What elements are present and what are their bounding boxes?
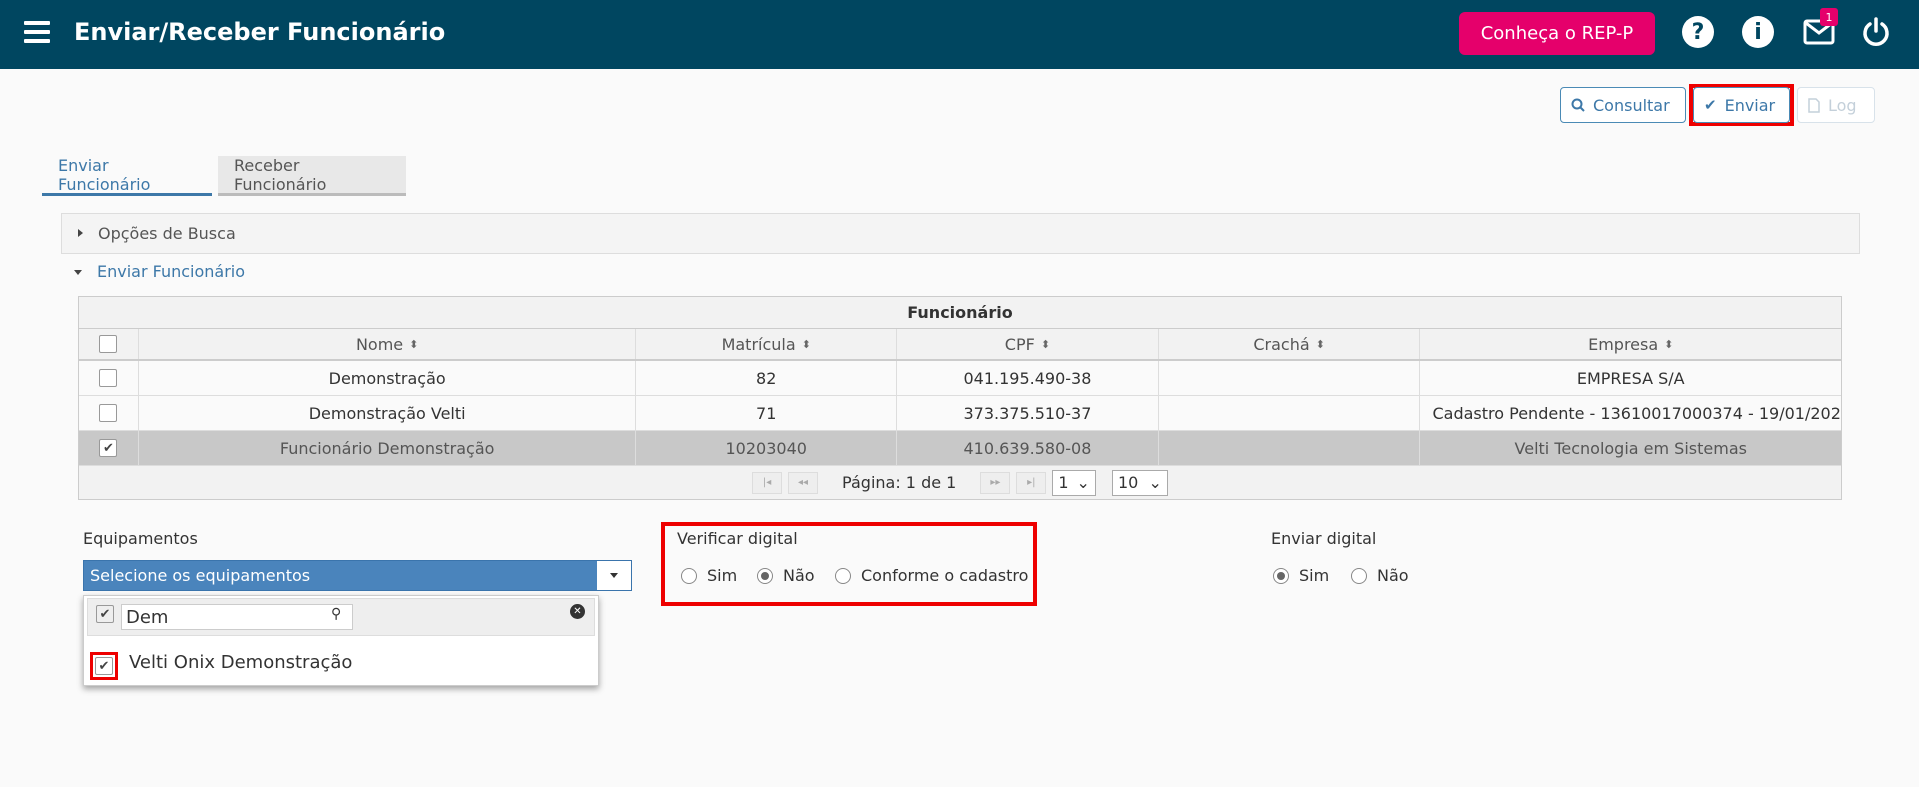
help-icon[interactable]: ?	[1682, 16, 1714, 48]
consultar-button[interactable]: Consultar	[1560, 87, 1686, 123]
row-checkbox-checked[interactable]: ✔	[99, 439, 118, 457]
next-page-icon[interactable]: ▸▸	[980, 471, 1011, 494]
table-row[interactable]: Demonstração Velti 71 373.375.510-37 Cad…	[79, 396, 1841, 431]
first-page-icon[interactable]: |◂	[752, 471, 783, 494]
row-checkbox[interactable]	[99, 404, 118, 422]
row-checkbox[interactable]	[99, 369, 118, 387]
power-icon[interactable]	[1860, 16, 1892, 48]
tab-enviar-funcionario[interactable]: Enviar Funcionário	[42, 156, 212, 196]
page-info: Página: 1 de 1	[842, 473, 957, 492]
search-icon: ⚲	[331, 606, 342, 622]
radio-verificar-sim[interactable]: Sim	[681, 566, 737, 585]
table-row-selected[interactable]: ✔ Funcionário Demonstração 10203040 410.…	[79, 431, 1841, 466]
caret-right-icon	[78, 229, 83, 237]
select-all-checkbox[interactable]	[99, 335, 118, 353]
file-icon	[1808, 97, 1820, 113]
info-icon[interactable]: i	[1742, 16, 1774, 48]
table-row[interactable]: Demonstração 82 041.195.490-38 EMPRESA S…	[79, 361, 1841, 396]
employee-table: Funcionário Nome ⬍ Matrícula ⬍ CPF ⬍ Crachá…	[78, 296, 1842, 500]
dropdown-caret-icon[interactable]	[597, 561, 631, 590]
prev-page-icon[interactable]: ◂◂	[788, 471, 819, 494]
verificar-digital-label: Verificar digital	[677, 529, 798, 548]
tab-receber-funcionario[interactable]: Receber Funcionário	[218, 156, 406, 196]
rows-per-page-select[interactable]: 10 ⌄	[1111, 469, 1168, 496]
sort-icon: ⬍	[801, 337, 811, 351]
search-options-panel[interactable]: Opções de Busca	[61, 213, 1860, 254]
search-options-label: Opções de Busca	[98, 224, 236, 243]
sort-icon: ⬍	[1664, 337, 1674, 351]
col-nome[interactable]: Nome ⬍	[139, 329, 637, 359]
check-icon: ✔	[1704, 96, 1717, 114]
equipment-option-checkbox[interactable]: ✔	[95, 657, 113, 675]
caret-down-icon	[74, 270, 82, 275]
radio-enviar-nao[interactable]: Não	[1351, 566, 1409, 585]
radio-verificar-nao[interactable]: Não	[757, 566, 815, 585]
last-page-icon[interactable]: ▸|	[1016, 471, 1047, 494]
table-caption: Funcionário	[79, 297, 1841, 329]
equipment-filter-input[interactable]: Dem	[121, 604, 353, 630]
col-empresa[interactable]: Empresa ⬍	[1420, 329, 1841, 359]
enviar-button[interactable]: ✔ Enviar	[1693, 87, 1790, 123]
close-icon[interactable]: ✕	[570, 604, 585, 619]
sort-icon: ⬍	[409, 337, 419, 351]
equipamentos-label: Equipamentos	[83, 529, 198, 548]
pagination: |◂ ◂◂ Página: 1 de 1 ▸▸ ▸| 1 ⌄ 10 ⌄	[79, 466, 1841, 499]
page-title: Enviar/Receber Funcionário	[74, 18, 446, 46]
sort-icon: ⬍	[1040, 337, 1051, 351]
equipamentos-select[interactable]: Selecione os equipamentos	[83, 560, 632, 591]
equipment-option-label[interactable]: Velti Onix Demonstração	[129, 652, 352, 673]
chevron-down-icon: ⌄	[1148, 473, 1162, 492]
sort-icon: ⬍	[1315, 337, 1325, 351]
mail-badge: 1	[1820, 8, 1838, 26]
radio-enviar-sim[interactable]: Sim	[1273, 566, 1329, 585]
enviar-digital-label: Enviar digital	[1271, 529, 1377, 548]
col-matricula[interactable]: Matrícula ⬍	[636, 329, 898, 359]
enviar-label: Enviar	[1724, 95, 1776, 115]
col-cracha[interactable]: Crachá ⬍	[1159, 329, 1421, 359]
log-button[interactable]: Log	[1797, 87, 1875, 123]
select-all-equipment-checkbox[interactable]: ✔	[96, 605, 114, 623]
radio-verificar-conforme[interactable]: Conforme o cadastro	[835, 566, 1028, 585]
table-header-row: Nome ⬍ Matrícula ⬍ CPF ⬍ Crachá ⬍ Empresa ⬍	[79, 329, 1841, 361]
search-icon	[1571, 98, 1585, 112]
page-select[interactable]: 1 ⌄	[1052, 469, 1096, 496]
consultar-label: Consultar	[1593, 95, 1670, 115]
menu-icon[interactable]	[24, 21, 50, 45]
chevron-down-icon: ⌄	[1076, 473, 1090, 492]
log-label: Log	[1828, 95, 1857, 115]
send-section-title[interactable]: Enviar Funcionário	[97, 262, 245, 281]
rep-p-button[interactable]: Conheça o REP-P	[1459, 12, 1655, 55]
col-cpf[interactable]: CPF ⬍	[897, 329, 1159, 359]
